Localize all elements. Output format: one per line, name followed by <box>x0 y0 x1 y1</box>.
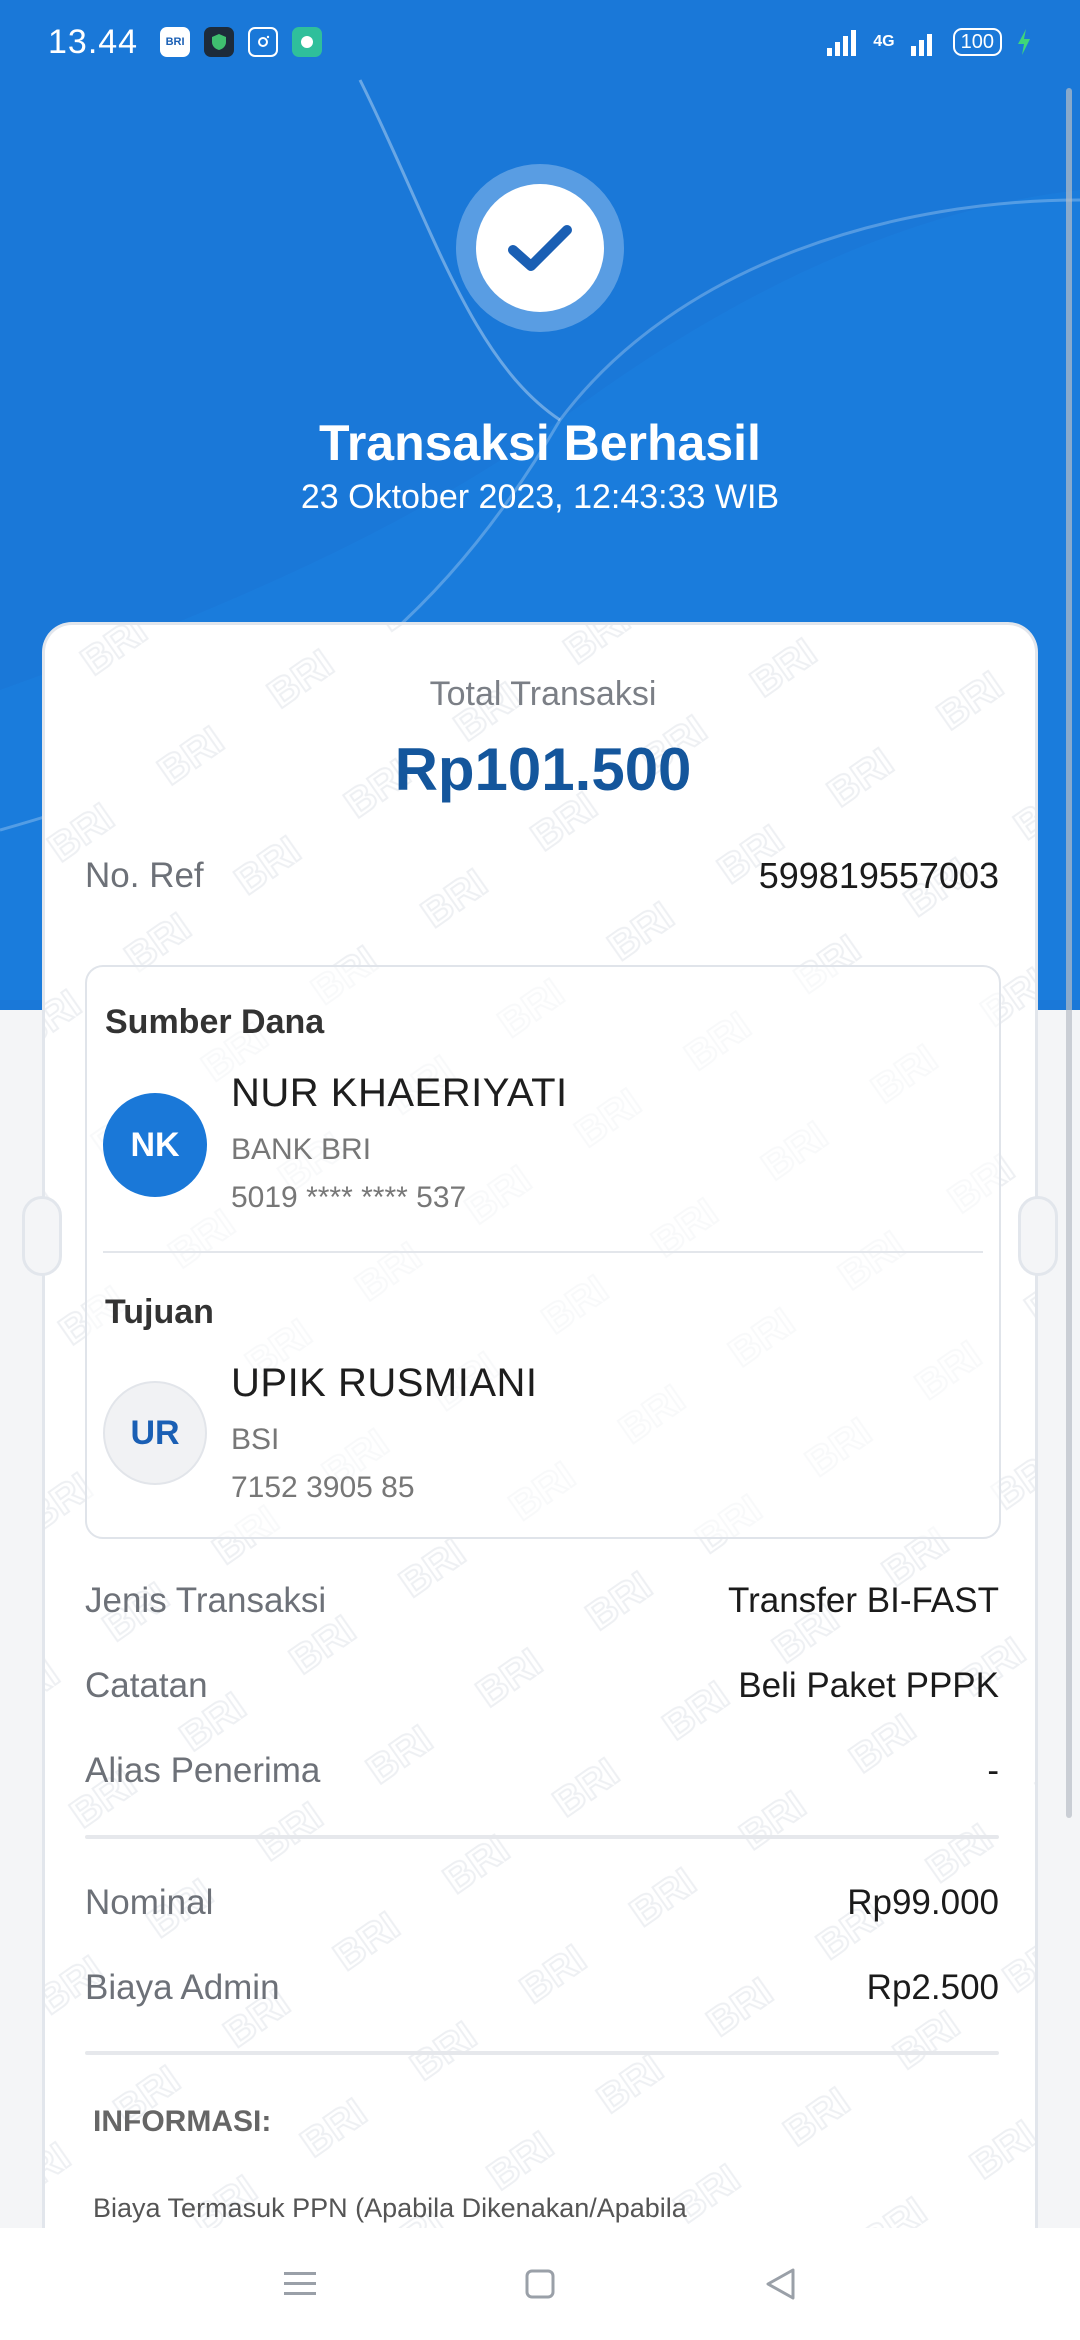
transaction-datetime: 23 Oktober 2023, 12:43:33 WIB <box>300 478 780 516</box>
ref-row: No. Ref 599819557003 <box>85 855 999 897</box>
status-indicators: 4G 100 <box>825 28 1032 56</box>
ticket-notch-right <box>1018 1196 1058 1276</box>
detail-value: - <box>987 1751 999 1790</box>
destination-name: UPIK RUSMIANI <box>231 1361 538 1405</box>
signal-icon <box>827 30 857 56</box>
cost-row: Nominal Rp99.000 <box>85 1883 999 1923</box>
navigation-bar <box>0 2228 1080 2340</box>
detail-value: Transfer BI-FAST <box>728 1581 999 1620</box>
status-bar: 13.44 BRI 4G 100 <box>0 0 1080 84</box>
network-type: 4G <box>873 33 895 50</box>
info-title: INFORMASI: <box>93 2105 272 2138</box>
source-bank: BANK BRI <box>231 1133 372 1166</box>
detail-label: Alias Penerima <box>85 1751 321 1790</box>
cost-value: Rp2.500 <box>866 1968 999 2007</box>
shield-app-icon <box>204 27 235 57</box>
cost-row: Biaya Admin Rp2.500 <box>85 1968 999 2008</box>
detail-label: Catatan <box>85 1666 208 1705</box>
section-divider <box>85 2051 999 2055</box>
check-icon <box>508 225 572 271</box>
source-name: NUR KHAERIYATI <box>231 1071 568 1115</box>
success-badge <box>456 164 624 332</box>
detail-row: Jenis Transaksi Transfer BI-FAST <box>85 1581 999 1621</box>
destination-account: 7152 3905 85 <box>231 1471 415 1504</box>
party-box: Sumber Dana NK NUR KHAERIYATI BANK BRI 5… <box>85 965 1001 1539</box>
section-divider <box>85 1835 999 1839</box>
destination-section-title: Tujuan <box>105 1293 214 1331</box>
info-text: Biaya Termasuk PPN (Apabila Dikenakan/Ap… <box>93 2193 687 2223</box>
total-amount: Rp101.500 <box>394 736 692 803</box>
menu-icon[interactable] <box>270 2254 330 2314</box>
source-section-title: Sumber Dana <box>105 1003 325 1041</box>
avatar-source: NK <box>103 1093 207 1197</box>
scrollbar[interactable] <box>1066 88 1072 1818</box>
source-account: 5019 **** **** 537 <box>231 1181 467 1214</box>
charging-icon <box>1018 29 1030 55</box>
cost-value: Rp99.000 <box>847 1883 999 1922</box>
party-divider <box>103 1251 983 1253</box>
brimo-icon: BRI <box>160 27 191 57</box>
cost-label: Biaya Admin <box>85 1968 280 2007</box>
status-time: 13.44 <box>48 22 139 61</box>
avatar-destination: UR <box>103 1381 207 1485</box>
cost-label: Nominal <box>85 1883 214 1922</box>
receipt-card: BRI Total Transaksi Rp101.500 No. Ref 59… <box>42 622 1038 2340</box>
page-title: Transaksi Berhasil <box>319 415 761 471</box>
signal-icon-2 <box>910 34 932 56</box>
detail-row: Catatan Beli Paket PPPK <box>85 1666 999 1706</box>
detail-label: Jenis Transaksi <box>85 1581 327 1620</box>
ref-label: No. Ref <box>85 856 204 895</box>
ticket-notch-left <box>22 1196 62 1276</box>
battery-indicator: 100 <box>952 28 1002 56</box>
detail-value: Beli Paket PPPK <box>738 1666 999 1705</box>
chat-app-icon <box>292 27 323 57</box>
total-label: Total Transaksi <box>429 675 657 713</box>
home-icon[interactable] <box>510 2254 570 2314</box>
ref-value: 599819557003 <box>758 855 999 896</box>
destination-bank: BSI <box>231 1423 280 1456</box>
instagram-icon <box>248 27 279 57</box>
detail-row: Alias Penerima - <box>85 1751 999 1791</box>
back-icon[interactable] <box>750 2254 810 2314</box>
